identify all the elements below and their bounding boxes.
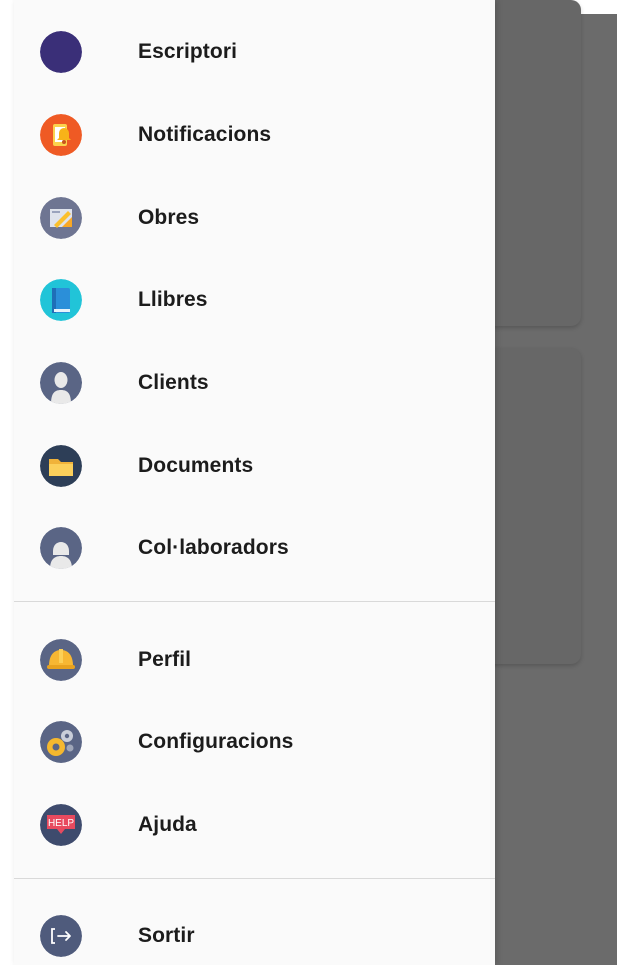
menu-item-label: Sortir xyxy=(138,924,195,947)
book-icon xyxy=(40,279,82,321)
menu-item-configuracions[interactable]: Configuracions xyxy=(14,712,495,772)
menu-item-label: Escriptori xyxy=(138,40,238,63)
collaborator-icon xyxy=(40,527,82,569)
menu-item-label: Perfil xyxy=(138,648,192,671)
menu-item-label: Ajuda xyxy=(138,813,197,836)
client-icon xyxy=(40,362,82,404)
folder-icon xyxy=(40,445,82,487)
dashboard-icon xyxy=(40,31,82,73)
svg-text:HELP: HELP xyxy=(48,818,74,829)
menu-item-perfil[interactable]: Perfil xyxy=(14,630,495,690)
drawer-divider xyxy=(14,878,495,879)
menu-item-col-laboradors[interactable]: Col·laboradors xyxy=(14,518,495,578)
hardhat-icon xyxy=(40,639,82,681)
menu-item-clients[interactable]: Clients xyxy=(14,353,495,413)
menu-item-notificacions[interactable]: Notificacions xyxy=(14,105,495,165)
navigation-drawer: Escriptori Notificacions Obres Llibres C… xyxy=(14,0,495,965)
gears-icon xyxy=(40,721,82,763)
drawer-divider xyxy=(14,601,495,602)
menu-item-label: Clients xyxy=(138,371,209,394)
logout-icon xyxy=(40,915,82,957)
menu-item-label: Llibres xyxy=(138,288,208,311)
menu-item-label: Col·laboradors xyxy=(138,536,289,559)
menu-item-label: Documents xyxy=(138,454,254,477)
menu-item-escriptori[interactable]: Escriptori xyxy=(14,22,495,82)
menu-item-label: Obres xyxy=(138,206,200,229)
menu-item-label: Notificacions xyxy=(138,123,272,146)
help-icon: HELP xyxy=(40,804,82,846)
bell-icon xyxy=(40,114,82,156)
menu-item-ajuda[interactable]: HELP Ajuda xyxy=(14,795,495,855)
menu-item-documents[interactable]: Documents xyxy=(14,436,495,496)
menu-item-llibres[interactable]: Llibres xyxy=(14,270,495,330)
app-screen: Escriptori Notificacions Obres Llibres C… xyxy=(0,0,617,965)
menu-item-obres[interactable]: Obres xyxy=(14,188,495,248)
blueprint-icon xyxy=(40,197,82,239)
menu-item-sortir[interactable]: Sortir xyxy=(14,906,495,965)
menu-item-label: Configuracions xyxy=(138,730,294,753)
